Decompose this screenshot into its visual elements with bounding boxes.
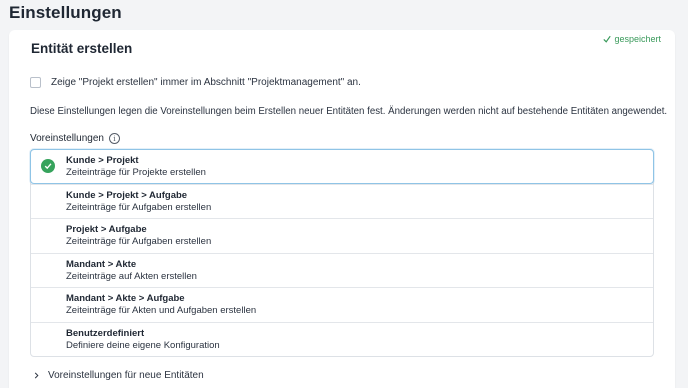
preset-option-subtitle: Zeiteinträge für Projekte erstellen xyxy=(66,167,206,178)
preset-option-subtitle: Zeiteinträge auf Akten erstellen xyxy=(66,270,197,282)
check-circle-icon xyxy=(41,159,55,173)
preset-option-mandant-akte-aufgabe[interactable]: Mandant > Akte > Aufgabe Zeiteinträge fü… xyxy=(31,287,653,322)
settings-description: Diese Einstellungen legen die Voreinstel… xyxy=(30,106,668,117)
preset-option-title: Benutzerdefiniert xyxy=(66,327,145,339)
preset-option-title: Projekt > Aufgabe xyxy=(66,224,147,235)
preset-option-subtitle: Zeiteinträge für Aufgaben erstellen xyxy=(66,236,212,247)
preset-option-subtitle: Zeiteinträge für Akten und Aufgaben erst… xyxy=(66,305,257,316)
preset-option-projekt-aufgabe[interactable]: Projekt > Aufgabe Zeiteinträge für Aufga… xyxy=(31,218,653,253)
preset-option-subtitle: Definiere deine eigene Konfiguration xyxy=(66,339,220,351)
preset-option-title: Kunde > Projekt xyxy=(66,155,139,166)
saved-status: gespeichert xyxy=(603,34,661,44)
presets-label: Voreinstellungen xyxy=(30,133,104,144)
check-icon xyxy=(603,35,612,43)
preset-option-subtitle: Zeiteinträge für Aufgaben erstellen xyxy=(66,201,212,213)
preset-option-benutzerdefiniert[interactable]: Benutzerdefiniert Definiere deine eigene… xyxy=(31,321,653,357)
preset-option-kunde-projekt-aufgabe[interactable]: Kunde > Projekt > Aufgabe Zeiteinträge f… xyxy=(31,183,653,219)
preset-option-mandant-akte[interactable]: Mandant > Akte Zeiteinträge auf Akten er… xyxy=(31,252,653,288)
preset-option-title: Mandant > Akte > Aufgabe xyxy=(66,293,185,304)
saved-label: gespeichert xyxy=(614,34,661,44)
preset-option-kunde-projekt[interactable]: Kunde > Projekt Zeiteinträge für Projekt… xyxy=(30,149,654,184)
new-entity-presets-expander[interactable]: Voreinstellungen für neue Entitäten xyxy=(33,370,204,381)
preset-option-title: Kunde > Projekt > Aufgabe xyxy=(66,189,188,201)
info-icon[interactable]: i xyxy=(108,133,120,144)
show-create-project-option[interactable]: Zeige "Projekt erstellen" immer im Absch… xyxy=(30,77,361,88)
entity-settings-card: gespeichert Entität erstellen Zeige "Pro… xyxy=(9,30,675,388)
presets-header: Voreinstellungen i xyxy=(30,133,120,144)
show-create-project-label: Zeige "Projekt erstellen" immer im Absch… xyxy=(51,77,361,88)
chevron-right-icon xyxy=(34,372,39,379)
expander-label: Voreinstellungen für neue Entitäten xyxy=(48,370,204,381)
preset-option-title: Mandant > Akte xyxy=(66,258,137,270)
show-create-project-checkbox[interactable] xyxy=(30,77,41,88)
page-title: Einstellungen xyxy=(9,3,122,22)
card-title: Entität erstellen xyxy=(31,41,133,56)
preset-options-list: Kunde > Projekt Zeiteinträge für Projekt… xyxy=(30,149,654,357)
